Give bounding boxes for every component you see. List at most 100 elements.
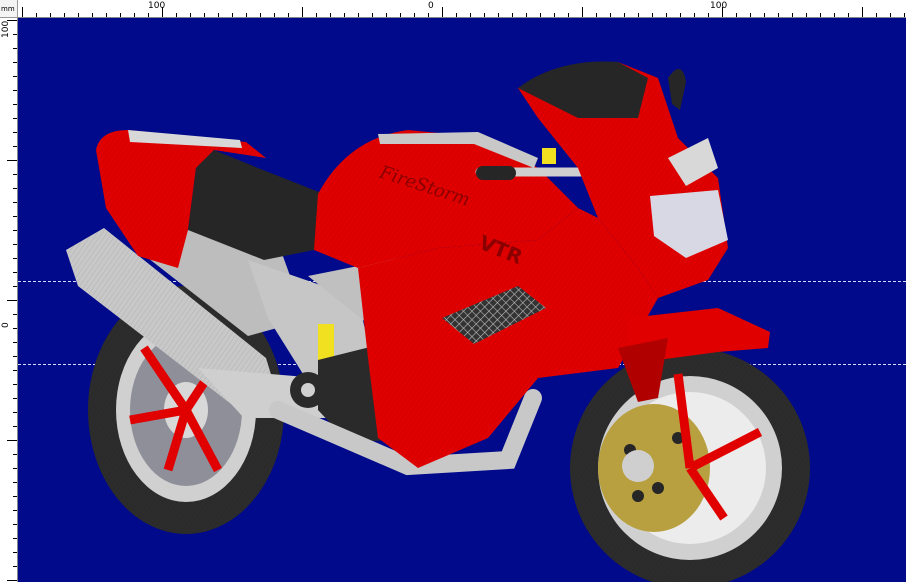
ruler-label-left: 100 bbox=[1, 20, 11, 38]
ruler-tick bbox=[13, 510, 17, 511]
ruler-tick bbox=[13, 356, 17, 357]
ruler-tick bbox=[92, 13, 93, 17]
ruler-tick bbox=[78, 13, 79, 17]
ruler-tick bbox=[736, 13, 737, 17]
ruler-tick bbox=[13, 244, 17, 245]
design-canvas[interactable]: FireStorm VTR bbox=[18, 18, 906, 582]
ruler-tick bbox=[498, 13, 499, 17]
ruler-tick bbox=[274, 13, 275, 17]
ruler-tick bbox=[13, 188, 17, 189]
ruler-tick bbox=[13, 230, 17, 231]
ruler-tick bbox=[484, 13, 485, 17]
ruler-tick bbox=[596, 13, 597, 17]
ruler-tick bbox=[13, 146, 17, 147]
ruler-tick bbox=[13, 174, 17, 175]
ruler-tick bbox=[750, 13, 751, 17]
ruler-tick bbox=[36, 13, 37, 17]
ruler-tick bbox=[540, 13, 541, 17]
ruler-tick bbox=[204, 13, 205, 17]
ruler-unit: mm bbox=[0, 0, 18, 18]
ruler-tick bbox=[848, 13, 849, 17]
ruler-tick bbox=[344, 13, 345, 17]
ruler-tick bbox=[358, 13, 359, 17]
ruler-tick bbox=[120, 13, 121, 17]
ruler-tick bbox=[13, 412, 17, 413]
ruler-tick bbox=[13, 566, 17, 567]
ruler-top[interactable]: 100 0 100 bbox=[18, 0, 906, 18]
ruler-tick bbox=[316, 13, 317, 17]
ruler-tick bbox=[680, 13, 681, 17]
ruler-tick bbox=[13, 104, 17, 105]
ruler-tick bbox=[582, 7, 583, 17]
ruler-tick bbox=[470, 13, 471, 17]
ruler-tick bbox=[13, 468, 17, 469]
ruler-tick bbox=[330, 13, 331, 17]
ruler-tick bbox=[22, 7, 23, 17]
ruler-label-top: 100 bbox=[710, 1, 728, 11]
ruler-tick bbox=[13, 454, 17, 455]
ruler-tick bbox=[13, 258, 17, 259]
ruler-tick bbox=[610, 13, 611, 17]
ruler-tick bbox=[13, 202, 17, 203]
ruler-tick bbox=[13, 384, 17, 385]
ruler-tick bbox=[106, 13, 107, 17]
ruler-tick bbox=[652, 13, 653, 17]
ruler-tick bbox=[7, 300, 17, 301]
ruler-tick bbox=[50, 13, 51, 17]
ruler-tick bbox=[708, 13, 709, 17]
ruler-tick bbox=[13, 482, 17, 483]
ruler-tick bbox=[13, 216, 17, 217]
ruler-tick bbox=[13, 552, 17, 553]
front-wheel bbox=[570, 348, 810, 582]
ruler-tick bbox=[7, 20, 17, 21]
ruler-tick bbox=[13, 132, 17, 133]
ruler-tick bbox=[148, 13, 149, 17]
ruler-tick bbox=[162, 7, 163, 17]
ruler-tick bbox=[904, 13, 905, 17]
ruler-label-top: 0 bbox=[428, 1, 434, 11]
ruler-tick bbox=[288, 13, 289, 17]
ruler-tick bbox=[13, 76, 17, 77]
ruler-tick bbox=[232, 13, 233, 17]
ruler-tick bbox=[13, 328, 17, 329]
ruler-tick bbox=[512, 13, 513, 17]
ruler-tick bbox=[260, 13, 261, 17]
ruler-tick bbox=[386, 13, 387, 17]
ruler-label-left: 0 bbox=[1, 322, 11, 328]
ruler-tick bbox=[13, 62, 17, 63]
ruler-tick bbox=[442, 7, 443, 17]
ruler-tick bbox=[792, 13, 793, 17]
ruler-tick bbox=[13, 34, 17, 35]
ruler-tick bbox=[13, 342, 17, 343]
ruler-tick bbox=[638, 13, 639, 17]
ruler-tick bbox=[372, 13, 373, 17]
ruler-tick bbox=[456, 13, 457, 17]
ruler-tick bbox=[13, 118, 17, 119]
ruler-tick bbox=[820, 13, 821, 17]
ruler-tick bbox=[13, 398, 17, 399]
ruler-tick bbox=[7, 440, 17, 441]
ruler-tick bbox=[876, 13, 877, 17]
ruler-tick bbox=[862, 7, 863, 17]
ruler-tick bbox=[7, 580, 17, 581]
ruler-tick bbox=[134, 13, 135, 17]
ruler-tick bbox=[428, 13, 429, 17]
ruler-tick bbox=[13, 48, 17, 49]
ruler-tick bbox=[218, 13, 219, 17]
ruler-tick bbox=[568, 13, 569, 17]
ruler-tick bbox=[414, 13, 415, 17]
ruler-tick bbox=[190, 13, 191, 17]
ruler-tick bbox=[764, 13, 765, 17]
ruler-tick bbox=[778, 13, 779, 17]
ruler-tick bbox=[400, 13, 401, 17]
ruler-tick bbox=[890, 13, 891, 17]
ruler-tick bbox=[7, 160, 17, 161]
ruler-tick bbox=[722, 7, 723, 17]
motorcycle-embroidery[interactable]: FireStorm VTR bbox=[18, 18, 906, 582]
ruler-tick bbox=[13, 524, 17, 525]
ruler-left[interactable]: 100 0 bbox=[0, 18, 18, 582]
ruler-tick bbox=[666, 13, 667, 17]
ruler-tick bbox=[624, 13, 625, 17]
ruler-tick bbox=[13, 272, 17, 273]
ruler-tick bbox=[694, 13, 695, 17]
